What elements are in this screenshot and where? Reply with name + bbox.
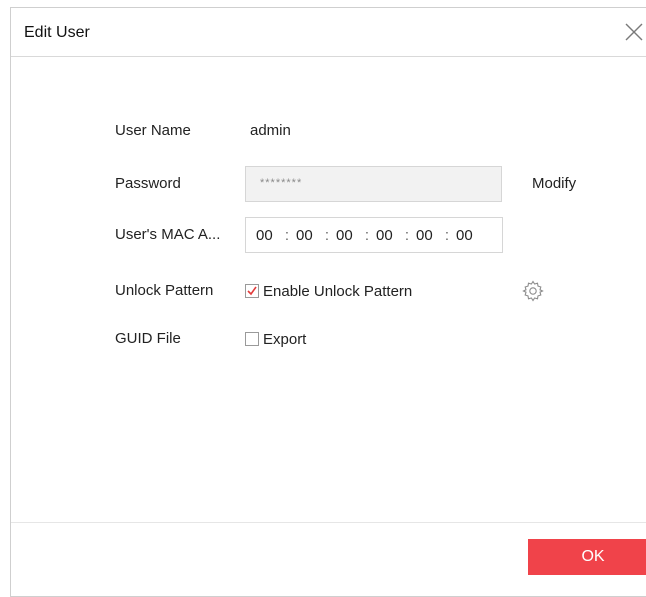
mac-segment[interactable]: 00 xyxy=(296,227,318,244)
password-label: Password xyxy=(115,175,181,192)
mac-row: User's MAC A... 00 : 00 : 00 : 00 : 00 :… xyxy=(11,217,646,253)
mac-label: User's MAC A... xyxy=(115,226,221,243)
mac-separator: : xyxy=(364,226,370,244)
password-row: Password ******** Modify xyxy=(11,166,646,202)
mac-segment[interactable]: 00 xyxy=(256,227,278,244)
dialog-header: Edit User xyxy=(11,8,646,57)
password-field[interactable]: ******** xyxy=(245,166,502,202)
mac-separator: : xyxy=(284,226,290,244)
edit-user-dialog: Edit User User Name admin Password *****… xyxy=(10,7,646,597)
mac-segment[interactable]: 00 xyxy=(456,227,478,244)
mac-segment[interactable]: 00 xyxy=(416,227,438,244)
mac-separator: : xyxy=(444,226,450,244)
gear-icon[interactable] xyxy=(521,279,545,303)
unlock-pattern-label: Unlock Pattern xyxy=(115,282,214,299)
modify-password-button[interactable]: Modify xyxy=(532,166,576,202)
checkbox-checked-icon[interactable] xyxy=(245,284,259,298)
username-value: admin xyxy=(250,122,291,139)
mac-separator: : xyxy=(324,226,330,244)
enable-unlock-pattern-label: Enable Unlock Pattern xyxy=(263,282,413,300)
dialog-title: Edit User xyxy=(24,24,90,41)
mac-separator: : xyxy=(404,226,410,244)
export-checkbox[interactable]: Export xyxy=(245,321,306,357)
username-row: User Name admin xyxy=(11,113,646,149)
username-label: User Name xyxy=(115,122,191,139)
unlock-pattern-row: Unlock Pattern Enable Unlock Pattern xyxy=(11,273,646,309)
mac-segment[interactable]: 00 xyxy=(376,227,398,244)
ok-button[interactable]: OK xyxy=(528,539,646,575)
footer-divider xyxy=(11,522,646,523)
mac-segment[interactable]: 00 xyxy=(336,227,358,244)
enable-unlock-pattern-checkbox[interactable]: Enable Unlock Pattern xyxy=(245,273,412,309)
checkbox-unchecked-icon[interactable] xyxy=(245,332,259,346)
guid-file-row: GUID File Export xyxy=(11,321,646,357)
close-icon[interactable] xyxy=(623,21,645,43)
guid-file-label: GUID File xyxy=(115,330,181,347)
mac-address-input[interactable]: 00 : 00 : 00 : 00 : 00 : 00 xyxy=(245,217,503,253)
export-label: Export xyxy=(263,330,307,348)
